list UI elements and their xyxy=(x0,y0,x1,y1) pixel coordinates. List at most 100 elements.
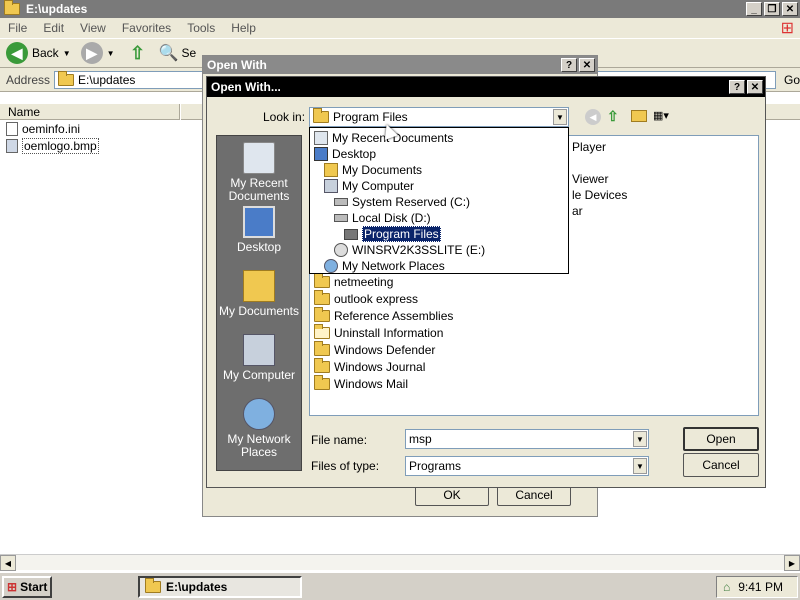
explorer-titlebar[interactable]: E:\updates _ ❐ ✕ xyxy=(0,0,800,18)
folder-label: outlook express xyxy=(334,291,419,306)
open-with-titlebar[interactable]: Open With ? ✕ xyxy=(203,56,597,74)
open-file-titlebar[interactable]: Open With... ? ✕ xyxy=(207,77,765,97)
forward-arrow-icon: ▶ xyxy=(80,42,103,64)
windows-logo-icon: ⊞ xyxy=(780,20,794,37)
documents-icon xyxy=(324,163,338,177)
computer-icon xyxy=(324,179,338,193)
maximize-button[interactable]: ❐ xyxy=(764,2,780,16)
dropdown-item-label: My Documents xyxy=(342,163,423,177)
place-label: My Documents xyxy=(218,304,300,318)
place-network[interactable]: My Network Places xyxy=(217,398,301,459)
folder-item[interactable]: Windows Defender xyxy=(314,340,435,358)
file-item[interactable]: oeminfo.ini xyxy=(6,120,80,137)
close-button[interactable]: ✕ xyxy=(579,58,595,72)
file-type-value: Programs xyxy=(409,459,462,473)
taskbar-button-explorer[interactable]: E:\updates xyxy=(138,576,302,598)
folder-item[interactable]: Windows Journal xyxy=(314,357,425,375)
dropdown-item[interactable]: My Computer xyxy=(324,178,414,194)
place-my-computer[interactable]: My Computer xyxy=(217,334,301,382)
close-button[interactable]: ✕ xyxy=(747,80,763,94)
place-desktop[interactable]: Desktop xyxy=(217,206,301,254)
menu-help[interactable]: Help xyxy=(223,21,264,35)
open-file-title: Open With... xyxy=(211,80,281,94)
windows-flag-icon: ⊞ xyxy=(7,580,18,594)
menu-file[interactable]: File xyxy=(0,21,35,35)
up-folder-button[interactable]: ⇧ xyxy=(127,42,149,64)
back-button[interactable]: ◀ Back ▼ xyxy=(0,42,71,64)
explorer-title: E:\updates xyxy=(26,2,88,16)
partial-item[interactable]: ar xyxy=(572,204,583,218)
column-header-name[interactable]: Name xyxy=(0,104,180,120)
desktop-icon xyxy=(314,147,328,161)
clock[interactable]: 9:41 PM xyxy=(738,580,783,594)
close-button[interactable]: ✕ xyxy=(782,2,798,16)
dropdown-item-label: Local Disk (D:) xyxy=(352,211,431,225)
scroll-left-icon[interactable]: ◀ xyxy=(0,555,16,571)
dropdown-item[interactable]: WINSRV2K3SSLITE (E:) xyxy=(334,242,485,258)
view-menu-icon[interactable]: ▦▾ xyxy=(653,109,677,125)
folder-item[interactable]: Reference Assemblies xyxy=(314,306,454,324)
dropdown-item[interactable]: Local Disk (D:) xyxy=(334,210,431,226)
cancel-button[interactable]: Cancel xyxy=(683,453,759,477)
folder-icon xyxy=(58,70,75,86)
scroll-right-icon[interactable]: ▶ xyxy=(784,555,800,571)
dropdown-item[interactable]: System Reserved (C:) xyxy=(334,194,470,210)
open-button[interactable]: Open xyxy=(683,427,759,451)
partial-item[interactable]: le Devices xyxy=(572,188,627,202)
help-button[interactable]: ? xyxy=(561,58,577,72)
place-label: My Network Places xyxy=(227,432,291,459)
menu-edit[interactable]: Edit xyxy=(35,21,72,35)
help-button[interactable]: ? xyxy=(729,80,745,94)
horizontal-scrollbar[interactable]: ◀ ▶ xyxy=(0,554,800,571)
place-recent-documents[interactable]: My Recent Documents xyxy=(217,142,301,203)
recent-icon xyxy=(314,131,328,145)
place-label: Desktop xyxy=(236,240,282,254)
file-name-input[interactable]: msp ▼ xyxy=(405,429,649,449)
menu-favorites[interactable]: Favorites xyxy=(114,21,179,35)
dropdown-item-label: Program Files xyxy=(362,226,441,242)
dropdown-item[interactable]: Desktop xyxy=(314,146,376,162)
my-computer-icon xyxy=(243,334,275,366)
menu-view[interactable]: View xyxy=(72,21,114,35)
chevron-down-icon[interactable]: ▼ xyxy=(633,458,647,474)
open-with-title: Open With xyxy=(207,58,267,72)
folder-item[interactable]: netmeeting xyxy=(314,272,393,290)
back-label: Back xyxy=(32,46,59,60)
chevron-down-icon[interactable]: ▼ xyxy=(633,431,647,447)
folder-item[interactable]: Windows Mail xyxy=(314,374,408,392)
recent-documents-icon xyxy=(243,142,275,174)
folder-label: Reference Assemblies xyxy=(334,308,454,323)
partial-item[interactable]: Player xyxy=(572,140,606,154)
go-button[interactable]: Go xyxy=(776,73,800,87)
folder-label: Uninstall Information xyxy=(334,325,444,340)
menu-tools[interactable]: Tools xyxy=(179,21,223,35)
dropdown-item-label: My Network Places xyxy=(342,259,445,273)
search-button[interactable]: 🔍 Se xyxy=(159,43,197,63)
dropdown-item[interactable]: My Network Places xyxy=(324,258,445,274)
new-folder-icon[interactable] xyxy=(631,110,647,122)
file-item[interactable]: oemlogo.bmp xyxy=(6,137,99,154)
dropdown-item-label: System Reserved (C:) xyxy=(352,195,471,209)
file-type-select[interactable]: Programs ▼ xyxy=(405,456,649,476)
chevron-down-icon[interactable]: ▼ xyxy=(553,109,567,125)
look-in-select[interactable]: Program Files ▼ xyxy=(309,107,569,127)
partial-item[interactable]: Viewer xyxy=(572,172,608,186)
back-nav-icon[interactable]: ◀ xyxy=(585,109,601,125)
drive-icon xyxy=(334,214,348,222)
file-name-label: File name: xyxy=(311,433,368,447)
my-documents-icon xyxy=(243,270,275,302)
start-button[interactable]: ⊞ Start xyxy=(2,576,52,598)
forward-button[interactable]: ▶ ▼ xyxy=(71,42,115,64)
place-my-documents[interactable]: My Documents xyxy=(217,270,301,318)
network-icon xyxy=(324,259,338,273)
folder-item[interactable]: outlook express xyxy=(314,289,419,307)
dropdown-item-selected[interactable]: Program Files xyxy=(344,226,441,242)
folder-item[interactable]: Uninstall Information xyxy=(314,323,444,341)
minimize-button[interactable]: _ xyxy=(746,2,762,16)
network-tray-icon[interactable]: ⌂ xyxy=(723,580,730,594)
network-places-icon xyxy=(243,398,275,430)
up-folder-icon[interactable]: ⇧ xyxy=(607,108,619,125)
places-bar: My Recent Documents Desktop My Documents… xyxy=(216,135,302,471)
open-file-dialog: Open With... ? ✕ Look in: Program Files … xyxy=(206,76,766,488)
dropdown-item[interactable]: My Documents xyxy=(324,162,422,178)
